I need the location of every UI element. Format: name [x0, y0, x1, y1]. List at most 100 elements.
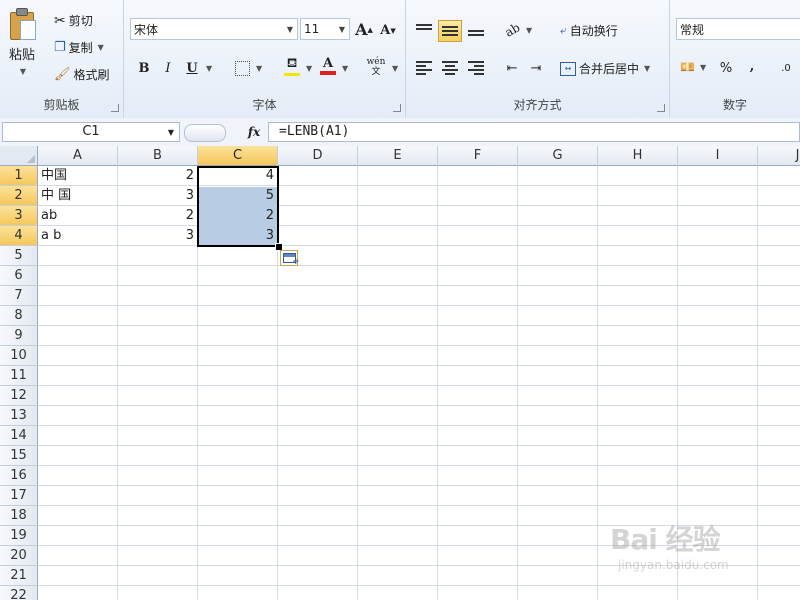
phonetic-button[interactable]: wén 文 [364, 54, 388, 80]
copy-icon: ❐ [54, 40, 66, 55]
column-header-i[interactable]: I [678, 146, 758, 166]
cell-b2[interactable]: 3 [118, 186, 197, 206]
name-box-value: C1 [82, 124, 100, 139]
font-name-combo[interactable]: 宋体 ▼ [130, 18, 298, 40]
clipboard-dialog-launcher[interactable] [111, 104, 119, 112]
row-header-6[interactable]: 6 [0, 266, 38, 286]
row-header-13[interactable]: 13 [0, 406, 38, 426]
row-header-2[interactable]: 2 [0, 186, 38, 206]
column-header-e[interactable]: E [358, 146, 438, 166]
font-color-button[interactable]: A [318, 56, 338, 76]
grow-font-button[interactable]: A ▲ [354, 19, 374, 39]
align-center-icon [442, 61, 458, 75]
align-center-button[interactable] [440, 58, 460, 78]
align-right-button[interactable] [466, 58, 486, 78]
row-header-15[interactable]: 15 [0, 446, 38, 466]
chevron-down-icon[interactable]: ▼ [306, 64, 312, 73]
format-painter-button[interactable]: 🖌 格式刷 [54, 66, 110, 83]
cell-a1[interactable]: 中国 [38, 166, 117, 186]
row-header-8[interactable]: 8 [0, 306, 38, 326]
chevron-down-icon[interactable]: ▼ [335, 19, 349, 39]
wrap-text-button[interactable]: ⤶ 自动换行 [560, 22, 618, 39]
auto-fill-options-button[interactable]: + [280, 250, 300, 267]
fill-color-button[interactable]: ⛾ [282, 56, 302, 76]
cell-a3[interactable]: ab [38, 206, 117, 226]
top-align-button[interactable] [414, 20, 434, 40]
column-header-a[interactable]: A [38, 146, 118, 166]
row-header-19[interactable]: 19 [0, 526, 38, 546]
row-header-3[interactable]: 3 [0, 206, 38, 226]
borders-button[interactable] [232, 58, 252, 78]
increase-decimal-button[interactable]: .0 [772, 58, 800, 78]
name-box[interactable]: C1 [2, 122, 180, 142]
chevron-down-icon[interactable]: ▼ [392, 64, 398, 73]
align-left-button[interactable] [414, 58, 434, 78]
row-header-22[interactable]: 22 [0, 586, 38, 600]
underline-button[interactable]: U [182, 58, 202, 78]
font-name-value: 宋体 [134, 22, 159, 37]
orientation-button[interactable]: ab [502, 20, 522, 40]
row-header-18[interactable]: 18 [0, 506, 38, 526]
paste-icon [8, 6, 36, 40]
column-gridline [437, 166, 438, 600]
row-header-7[interactable]: 7 [0, 286, 38, 306]
chevron-down-icon[interactable]: ▼ [644, 64, 650, 73]
row-header-12[interactable]: 12 [0, 386, 38, 406]
formula-bar-splitter[interactable] [184, 124, 226, 142]
cell-a4[interactable]: a b [38, 226, 117, 246]
row-header-10[interactable]: 10 [0, 346, 38, 366]
scissors-icon: ✂ [54, 12, 66, 29]
column-header-c[interactable]: C [198, 146, 278, 166]
row-header-9[interactable]: 9 [0, 326, 38, 346]
bold-button[interactable]: B [134, 58, 154, 78]
shrink-font-button[interactable]: A ▼ [378, 20, 398, 40]
row-header-14[interactable]: 14 [0, 426, 38, 446]
chevron-down-icon[interactable]: ▼ [526, 26, 532, 35]
row-header-16[interactable]: 16 [0, 466, 38, 486]
middle-align-button[interactable] [438, 20, 462, 42]
chevron-down-icon[interactable]: ▼ [164, 122, 178, 142]
column-header-g[interactable]: G [518, 146, 598, 166]
chevron-down-icon[interactable]: ▼ [700, 63, 706, 72]
column-header-b[interactable]: B [118, 146, 198, 166]
row-header-4[interactable]: 4 [0, 226, 38, 246]
chevron-down-icon[interactable]: ▼ [206, 64, 212, 73]
bottom-align-button[interactable] [466, 20, 486, 40]
insert-function-button[interactable]: fx [244, 122, 264, 142]
cell-b3[interactable]: 2 [118, 206, 197, 226]
column-header-d[interactable]: D [278, 146, 358, 166]
column-header-j[interactable]: J [758, 146, 800, 166]
font-dialog-launcher[interactable] [393, 104, 401, 112]
cell-b4[interactable]: 3 [118, 226, 197, 246]
chevron-down-icon[interactable]: ▼ [342, 64, 348, 73]
italic-button[interactable]: I [158, 58, 178, 78]
paste-button[interactable]: 粘贴 ▼ [8, 6, 36, 76]
font-group: 宋体 ▼ 11 ▼ A ▲ A ▼ B I U ▼ ▼ ⛾ ▼ A ▼ wén … [124, 0, 406, 118]
cut-button[interactable]: ✂ 剪切 [54, 12, 93, 29]
copy-button[interactable]: ❐ 复制 ▼ [54, 39, 104, 56]
cell-b1[interactable]: 2 [118, 166, 197, 186]
accounting-format-button[interactable]: 💴 ▼ [680, 60, 706, 74]
formula-input[interactable]: =LENB(A1) [268, 122, 800, 142]
chevron-down-icon[interactable]: ▼ [283, 19, 297, 39]
comma-style-button[interactable]: , [742, 56, 762, 76]
row-header-1[interactable]: 1 [0, 166, 38, 186]
row-header-20[interactable]: 20 [0, 546, 38, 566]
chevron-down-icon[interactable]: ▼ [256, 64, 262, 73]
percent-style-button[interactable]: % [716, 58, 736, 78]
column-header-f[interactable]: F [438, 146, 518, 166]
font-size-combo[interactable]: 11 ▼ [300, 18, 350, 40]
increase-indent-button[interactable]: ⇥ [526, 58, 546, 78]
row-header-17[interactable]: 17 [0, 486, 38, 506]
select-all-button[interactable] [0, 146, 38, 166]
decrease-indent-button[interactable]: ⇤ [502, 58, 522, 78]
cell-a2[interactable]: 中 国 [38, 186, 117, 206]
number-format-combo[interactable]: 常规 [676, 18, 800, 40]
row-header-11[interactable]: 11 [0, 366, 38, 386]
row-header-5[interactable]: 5 [0, 246, 38, 266]
alignment-dialog-launcher[interactable] [657, 104, 665, 112]
column-header-h[interactable]: H [598, 146, 678, 166]
merge-center-button[interactable]: ↔ 合并后居中 ▼ [560, 60, 650, 77]
row-gridline [38, 425, 800, 426]
row-header-21[interactable]: 21 [0, 566, 38, 586]
